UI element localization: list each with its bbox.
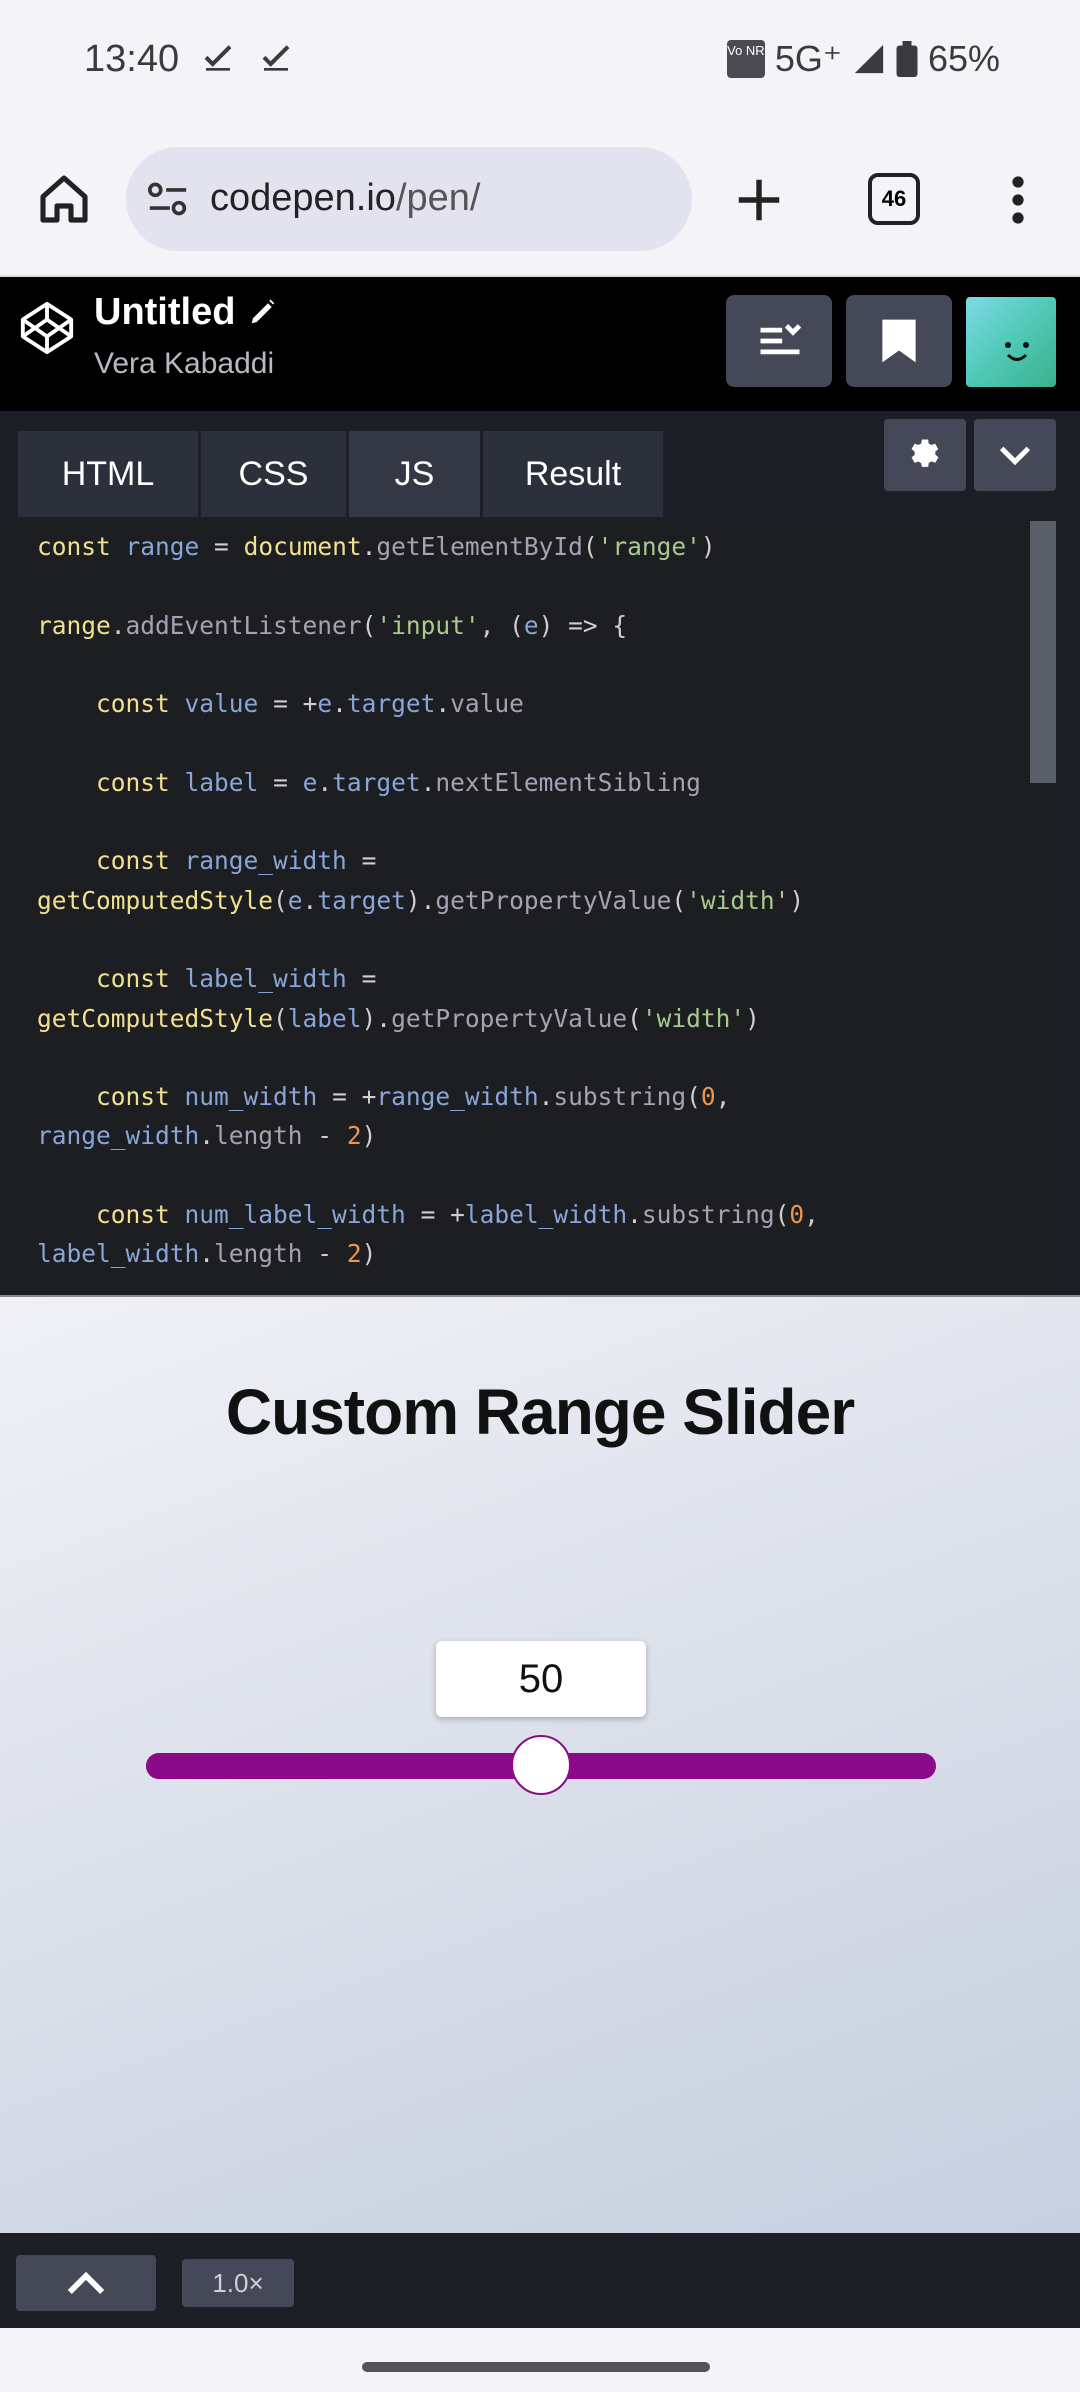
result-preview: Custom Range Slider 50: [0, 1295, 1080, 2235]
expand-console-button[interactable]: [16, 2255, 156, 2311]
tab-html[interactable]: HTML: [18, 431, 198, 517]
bookmark-button[interactable]: [846, 295, 952, 387]
layout-icon: [760, 324, 802, 355]
new-tab-icon[interactable]: [732, 173, 786, 227]
tab-css[interactable]: CSS: [201, 431, 346, 517]
status-bar: 13:40 Vo NR 5G⁺ 65%: [0, 0, 1080, 125]
chevron-down-icon: [999, 446, 1031, 466]
pen-title[interactable]: Untitled: [94, 291, 235, 334]
page-title: Custom Range Slider: [225, 1376, 855, 1448]
editor-panel: HTML CSS JS Result const range = documen…: [0, 411, 1080, 1295]
codepen-logo-icon[interactable]: [18, 299, 76, 357]
url-text: codepen.io/pen/: [210, 177, 480, 220]
code-editor-js[interactable]: const range = document.getElementById('r…: [0, 519, 1040, 1295]
battery-icon: [896, 41, 918, 77]
browser-toolbar: codepen.io/pen/ 46: [0, 125, 1080, 277]
tab-switcher-button[interactable]: 46: [868, 173, 920, 225]
editor-scrollbar-thumb[interactable]: [1030, 521, 1056, 783]
battery-label: 65%: [927, 38, 1000, 79]
address-bar[interactable]: codepen.io/pen/: [126, 147, 692, 251]
home-icon[interactable]: [36, 171, 92, 227]
chevron-up-icon: [67, 2271, 105, 2295]
codepen-header: Untitled Vera Kabaddi: [0, 277, 1080, 411]
range-slider-fill: [146, 1753, 541, 1779]
status-indicators: Vo NR 5G⁺ 65%: [726, 38, 1000, 80]
system-nav-area: [0, 2328, 1080, 2392]
url-domain: codepen.io: [210, 177, 396, 219]
status-time: 13:40: [84, 38, 180, 80]
pencil-icon[interactable]: [248, 297, 278, 327]
site-info-icon[interactable]: [146, 179, 190, 219]
avatar[interactable]: [966, 297, 1056, 387]
vonr-badge: Vo NR: [726, 40, 765, 78]
check-icon: [262, 45, 290, 71]
slider-value-label: 50: [436, 1641, 646, 1717]
tab-result[interactable]: Result: [483, 431, 663, 517]
zoom-button[interactable]: 1.0×: [182, 2259, 294, 2307]
gear-icon: [911, 439, 939, 467]
network-label: 5G⁺: [774, 38, 842, 79]
settings-button[interactable]: [884, 419, 966, 491]
home-indicator[interactable]: [362, 2362, 710, 2372]
check-icon: [204, 45, 232, 71]
change-layout-button[interactable]: [726, 295, 832, 387]
code-content: const range = document.getElementById('r…: [37, 532, 819, 1269]
url-path: /pen/: [395, 177, 481, 219]
avatar-face: [1005, 342, 1029, 361]
editor-tabs: HTML CSS JS Result: [0, 411, 1080, 519]
range-slider-thumb[interactable]: [511, 1735, 571, 1795]
signal-icon: [854, 44, 884, 74]
codepen-footer: 1.0×: [0, 2233, 1080, 2328]
more-icon[interactable]: [1000, 173, 1036, 227]
pen-author[interactable]: Vera Kabaddi: [94, 347, 274, 381]
tab-js[interactable]: JS: [349, 431, 480, 517]
bookmark-icon: [882, 319, 916, 363]
collapse-editor-button[interactable]: [974, 419, 1056, 491]
